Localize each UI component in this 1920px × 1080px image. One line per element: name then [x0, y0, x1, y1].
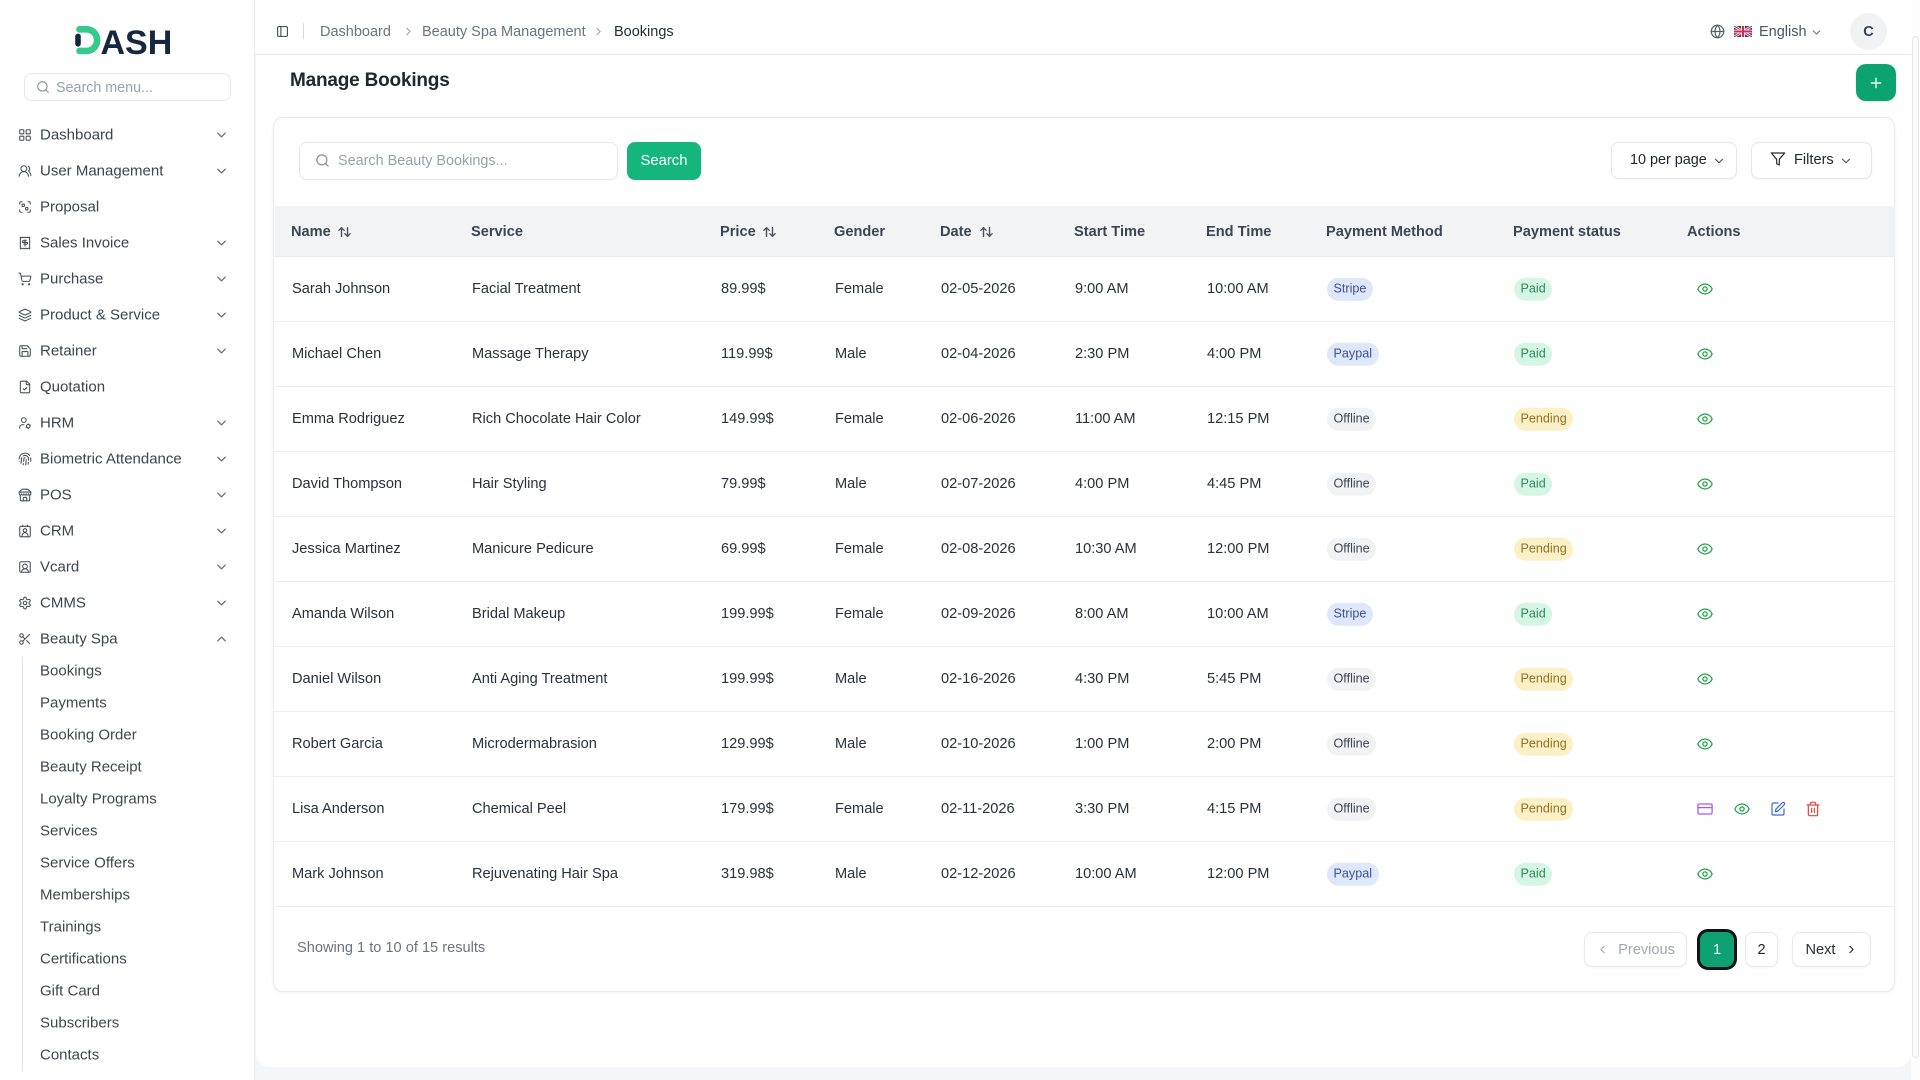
svg-text:ASH: ASH	[101, 24, 173, 60]
